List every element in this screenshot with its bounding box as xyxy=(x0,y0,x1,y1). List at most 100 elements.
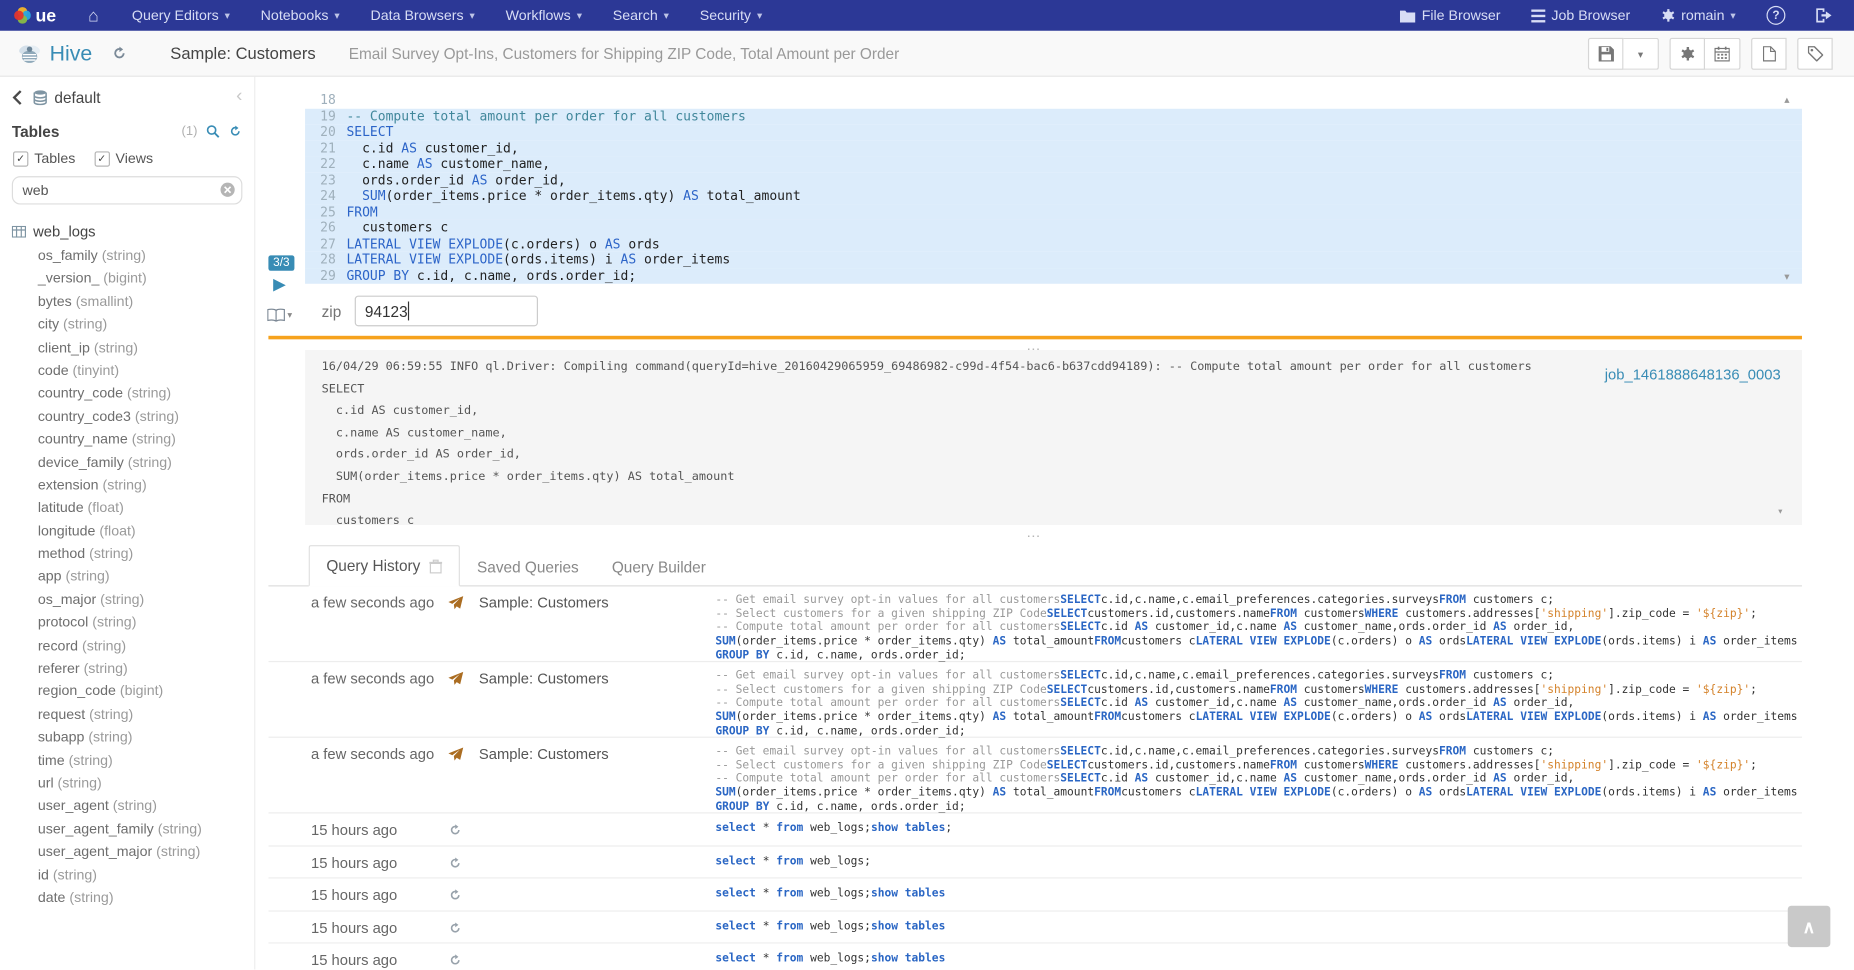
docs-menu-button[interactable]: ▾ xyxy=(267,309,292,322)
job-link[interactable]: job_1461888648136_0003 xyxy=(1605,364,1781,386)
sidebar-column[interactable]: time (string) xyxy=(0,749,254,772)
sidebar-column[interactable]: protocol (string) xyxy=(0,612,254,635)
code-token: SELECT xyxy=(346,124,393,139)
views-checkbox[interactable]: ✓ Views xyxy=(94,150,153,167)
code-editor[interactable]: 1819-- Compute total amount per order fo… xyxy=(305,92,1802,285)
tab-query-history[interactable]: Query History xyxy=(309,545,461,586)
doc-button[interactable] xyxy=(1751,37,1786,69)
sidebar-column[interactable]: os_major (string) xyxy=(0,589,254,612)
sidebar-column[interactable]: country_code3 (string) xyxy=(0,405,254,428)
nav-menu-search[interactable]: Search▾ xyxy=(597,0,684,31)
history-sql-line: select * from web_logs; xyxy=(715,854,1802,868)
history-row[interactable]: 15 hours agoselect * from web_logs;show … xyxy=(268,813,1802,846)
sidebar-column[interactable]: user_agent_major (string) xyxy=(0,841,254,864)
home-button[interactable]: ⌂ xyxy=(70,0,116,31)
nav-menu-notebooks[interactable]: Notebooks▾ xyxy=(245,0,355,31)
clear-tab-icon[interactable] xyxy=(430,559,443,573)
tab-query-builder[interactable]: Query Builder xyxy=(595,547,722,586)
sidebar-column[interactable]: url (string) xyxy=(0,772,254,795)
nav-menu-workflows[interactable]: Workflows▾ xyxy=(490,0,597,31)
back-chevron-icon[interactable] xyxy=(12,89,23,104)
history-row[interactable]: 15 hours agoselect * from web_logs;show … xyxy=(268,879,1802,912)
nav-menu-query-editors[interactable]: Query Editors▾ xyxy=(117,0,246,31)
tables-checkbox[interactable]: ✓ Tables xyxy=(13,150,75,167)
sql-token: total_amount xyxy=(1006,786,1094,799)
query-history-icon[interactable] xyxy=(111,45,128,62)
hue-logo[interactable]: ue xyxy=(0,0,70,31)
search-icon[interactable] xyxy=(206,124,220,138)
sidebar-column[interactable]: os_family (string) xyxy=(0,245,254,268)
sidebar-column[interactable]: client_ip (string) xyxy=(0,336,254,359)
query-log-panel[interactable]: 16/04/29 06:59:55 INFO ql.Driver: Compil… xyxy=(305,350,1802,525)
collapse-sidebar-icon[interactable]: ‹ xyxy=(236,87,242,106)
history-row[interactable]: a few seconds agoSample: Customers-- Get… xyxy=(268,738,1802,814)
column-name: referer xyxy=(38,660,80,677)
assist-header: default ‹ xyxy=(0,77,254,117)
log-line: c.id AS customer_id, xyxy=(322,401,1786,423)
variable-zip-input[interactable] xyxy=(354,296,537,327)
nav-item-file-browser[interactable]: File Browser xyxy=(1385,0,1516,31)
sidebar-column[interactable]: referer (string) xyxy=(0,657,254,680)
log-scroll-down-icon[interactable]: ▾ xyxy=(1777,507,1783,518)
history-row[interactable]: a few seconds agoSample: Customers-- Get… xyxy=(268,662,1802,738)
sidebar-column[interactable]: longitude (float) xyxy=(0,520,254,543)
sidebar-column[interactable]: bytes (smallint) xyxy=(0,291,254,314)
sidebar-column[interactable]: city (string) xyxy=(0,314,254,337)
history-row[interactable]: 15 hours agoselect * from web_logs; xyxy=(268,846,1802,879)
sql-token: '${zip}' xyxy=(1696,607,1750,620)
variable-input-wrap xyxy=(354,296,537,327)
save-button[interactable] xyxy=(1588,37,1623,69)
sidebar-column[interactable]: date (string) xyxy=(0,887,254,910)
sidebar-column[interactable]: user_agent_family (string) xyxy=(0,818,254,841)
tags-button[interactable] xyxy=(1797,37,1832,69)
sidebar-column[interactable]: app (string) xyxy=(0,566,254,589)
sidebar-column[interactable]: method (string) xyxy=(0,543,254,566)
table-search-input[interactable] xyxy=(12,176,243,204)
editor-scroll-down-icon[interactable]: ▾ xyxy=(1784,272,1789,283)
help-button[interactable]: ? xyxy=(1751,0,1801,31)
sidebar-column[interactable]: device_family (string) xyxy=(0,451,254,474)
sql-token: (c.orders) o xyxy=(1331,786,1419,799)
sidebar-column[interactable]: latitude (float) xyxy=(0,497,254,520)
resize-grip-bottom[interactable]: ⋯ xyxy=(1026,529,1041,543)
hive-logo[interactable] xyxy=(17,42,43,64)
sidebar-column[interactable]: subapp (string) xyxy=(0,726,254,749)
sidebar-column[interactable]: request (string) xyxy=(0,703,254,726)
caret-down-button[interactable]: ▾ xyxy=(1623,37,1658,69)
execute-button[interactable]: ▶ xyxy=(273,275,286,292)
sidebar-column[interactable]: region_code (bigint) xyxy=(0,680,254,703)
sidebar-column[interactable]: record (string) xyxy=(0,635,254,658)
code-token: ords.order_id xyxy=(346,172,471,187)
refresh-icon[interactable] xyxy=(228,124,242,138)
sql-token: customer_id,c.name xyxy=(1148,773,1283,786)
database-selector[interactable]: default xyxy=(33,88,100,106)
history-sql: select * from web_logs;show tables xyxy=(715,919,1802,933)
sidebar-column[interactable]: id (string) xyxy=(0,864,254,887)
nav-menu-security[interactable]: Security▾ xyxy=(684,0,777,31)
sidebar-column[interactable]: user_agent (string) xyxy=(0,795,254,818)
table-item-web-logs[interactable]: web_logs xyxy=(0,212,254,245)
logout-button[interactable] xyxy=(1801,0,1847,31)
sql-token: AS xyxy=(1419,786,1433,799)
history-row[interactable]: 15 hours agoselect * from web_logs;show … xyxy=(268,911,1802,944)
sidebar-column[interactable]: country_code (string) xyxy=(0,382,254,405)
gears-button[interactable] xyxy=(1670,37,1705,69)
sync-icon xyxy=(448,920,462,934)
sidebar-column[interactable]: _version_ (bigint) xyxy=(0,268,254,291)
clear-search-icon[interactable] xyxy=(220,182,235,197)
sidebar-column[interactable]: code (tinyint) xyxy=(0,359,254,382)
sidebar-column[interactable]: extension (string) xyxy=(0,474,254,497)
history-sql-line: SUM(order_items.price * order_items.qty)… xyxy=(715,635,1802,649)
caret-down-icon: ▾ xyxy=(577,9,582,22)
history-row[interactable]: 15 hours agoselect * from web_logs;show … xyxy=(268,944,1802,970)
editor-scroll-up-icon[interactable]: ▴ xyxy=(1784,95,1789,106)
scroll-to-top-button[interactable]: ∧ xyxy=(1788,906,1831,947)
nav-menu-data-browsers[interactable]: Data Browsers▾ xyxy=(355,0,490,31)
nav-item-job-browser[interactable]: Job Browser xyxy=(1516,0,1646,31)
calendar-button[interactable] xyxy=(1705,37,1740,69)
code-token: order_items xyxy=(636,252,730,267)
history-row[interactable]: a few seconds agoSample: Customers-- Get… xyxy=(268,586,1802,662)
nav-item-romain[interactable]: romain▾ xyxy=(1646,0,1751,31)
sidebar-column[interactable]: country_name (string) xyxy=(0,428,254,451)
tab-saved-queries[interactable]: Saved Queries xyxy=(461,547,596,586)
